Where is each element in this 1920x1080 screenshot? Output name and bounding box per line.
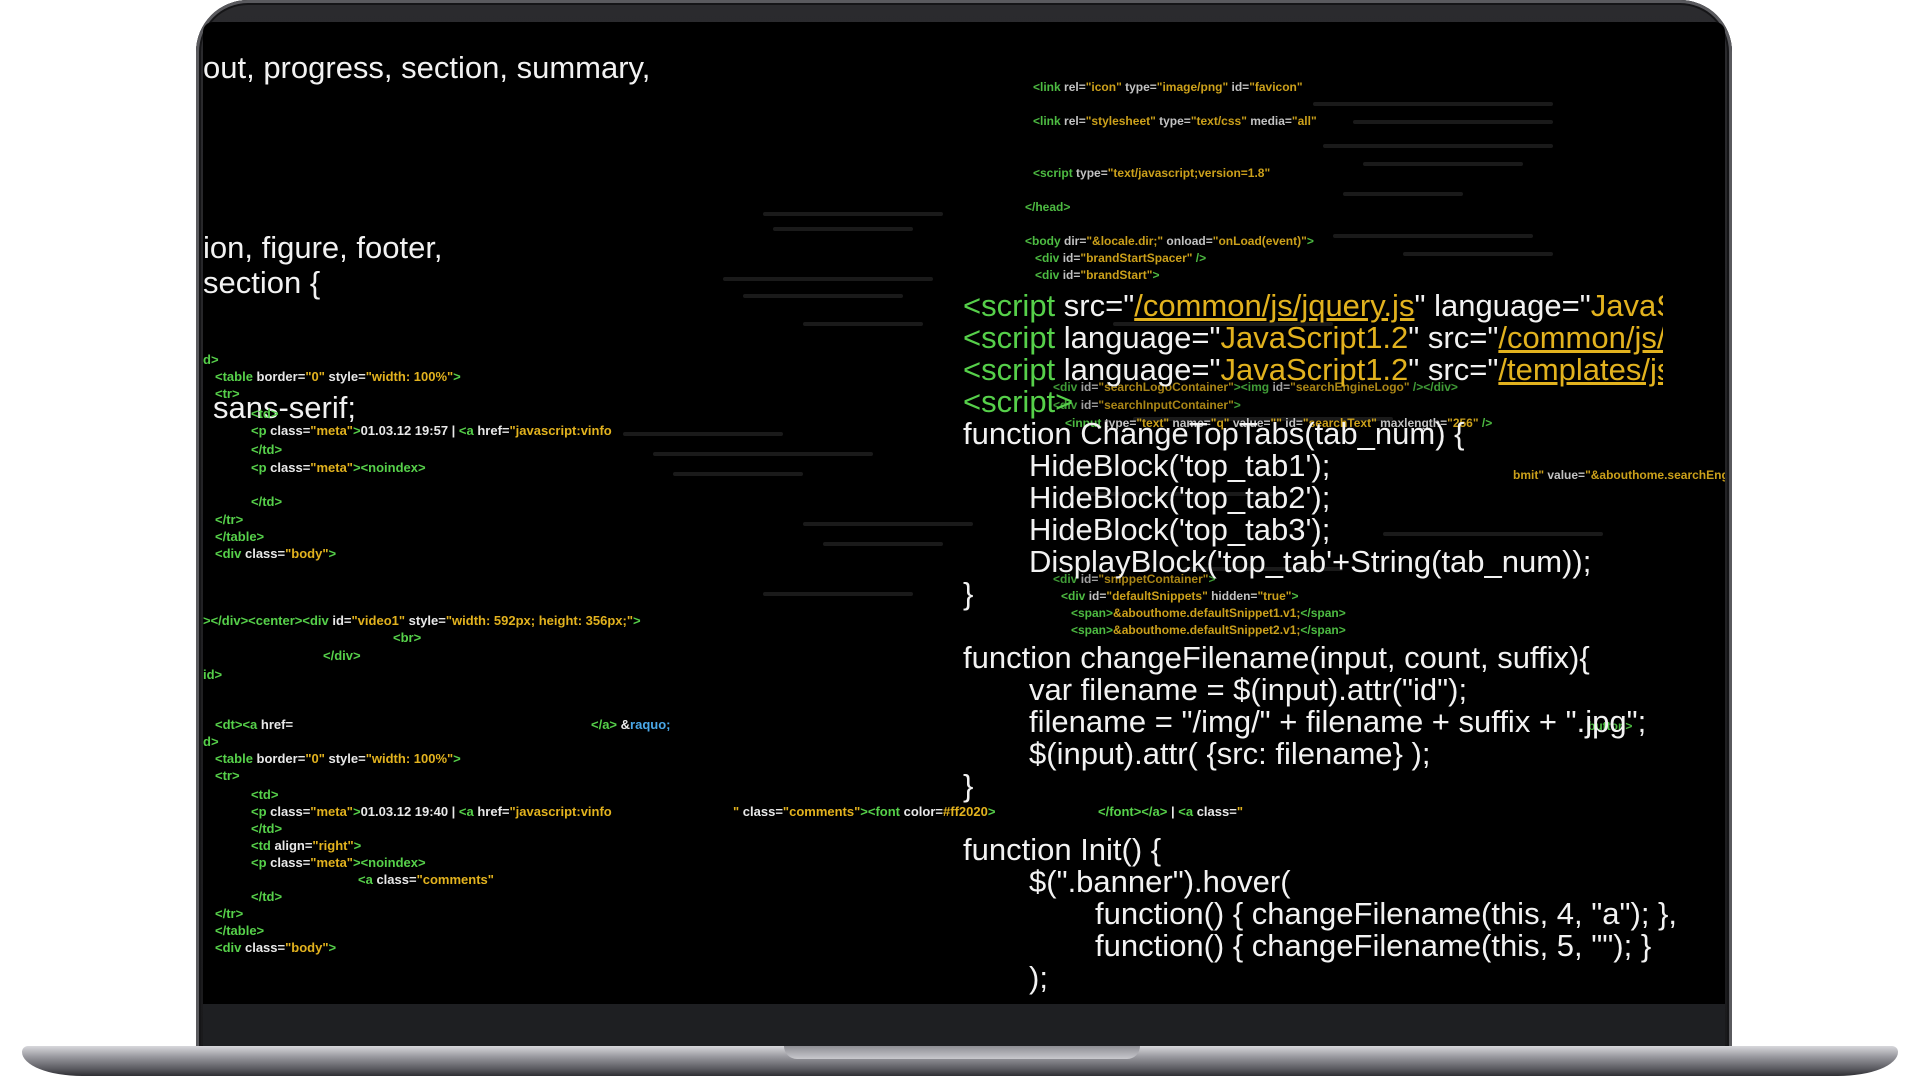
js-line: function() { changeFilename(this, 5, "")… <box>1095 928 1652 963</box>
js-line: $(".banner").hover( <box>1029 864 1291 899</box>
js-line: filename = "/img/" + filename + suffix +… <box>1029 704 1647 739</box>
js-line: HideBlock('top_tab1'); <box>1029 448 1331 483</box>
base-notch <box>784 1046 1140 1059</box>
js-line: function Init() { <box>963 832 1162 867</box>
script-line-1: <script src="/common/js/jquery.js" langu… <box>963 288 1663 323</box>
laptop-screen: out, progress, section, summary, ion, fi… <box>203 22 1725 1004</box>
script-line-4: <script> <box>963 384 1074 419</box>
js-line: function ChangeTopTabs(tab_num) { <box>963 416 1465 451</box>
script-line-3: <script language="JavaScript1.2" src="/t… <box>963 352 1663 387</box>
js-line: HideBlock('top_tab2'); <box>1029 480 1331 515</box>
js-line: function() { changeFilename(this, 4, "a"… <box>1095 896 1678 931</box>
right-script-block: <script src="/common/js/jquery.js" langu… <box>203 22 1663 1004</box>
script-line-2: <script language="JavaScript1.2" src="/c… <box>963 320 1663 355</box>
js-line: } <box>963 768 974 803</box>
js-line: } <box>963 576 974 611</box>
bottom-bezel <box>203 1004 1725 1048</box>
js-line: var filename = $(input).attr("id"); <box>1029 672 1468 707</box>
js-line: $(input).attr( {src: filename} ); <box>1029 736 1431 771</box>
js-line: DisplayBlock('top_tab'+String(tab_num)); <box>1029 544 1592 579</box>
js-line: function changeFilename(input, count, su… <box>963 640 1590 675</box>
js-line: HideBlock('top_tab3'); <box>1029 512 1331 547</box>
js-line: ); <box>1029 960 1048 995</box>
